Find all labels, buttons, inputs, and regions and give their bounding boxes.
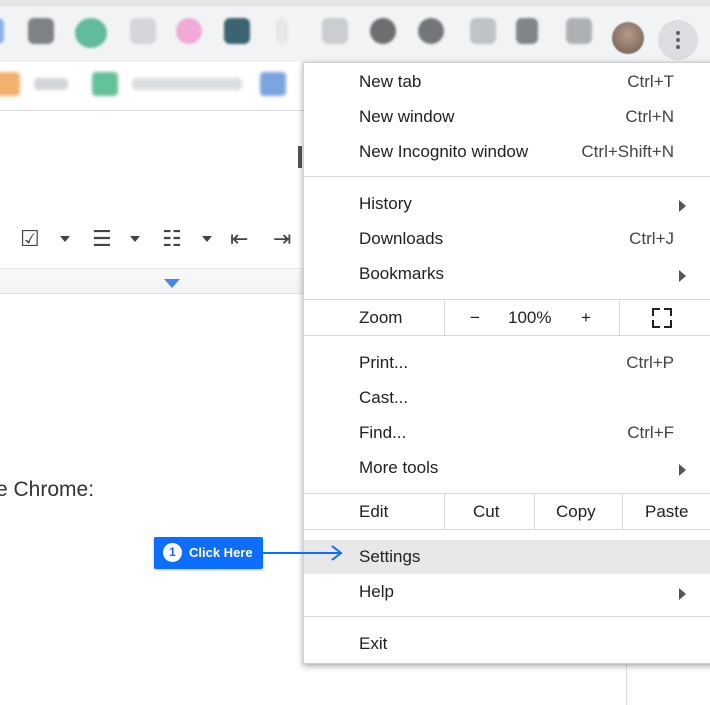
menu-item-label: New tab	[359, 72, 422, 91]
pointer-arrow-icon	[262, 545, 343, 561]
bookmark-item[interactable]	[92, 72, 118, 96]
menu-item-shortcut: Ctrl+F	[627, 423, 674, 442]
menu-item-more-tools[interactable]: More tools	[304, 451, 710, 485]
menu-item-label: Find...	[359, 423, 407, 442]
bulleted-list-icon[interactable]: ☰	[92, 228, 112, 252]
ext-icon-6[interactable]	[224, 18, 250, 44]
menu-item-label: Exit	[359, 634, 388, 653]
menu-item-cast[interactable]: Cast...	[304, 381, 710, 415]
menu-item-new-incognito[interactable]: New Incognito window Ctrl+Shift+N	[304, 135, 710, 169]
zoom-label: Zoom	[359, 308, 403, 327]
indent-marker[interactable]	[164, 279, 180, 288]
zoom-level: 100%	[508, 308, 552, 327]
cut-button[interactable]: Cut	[444, 494, 534, 529]
menu-item-label: Print...	[359, 353, 409, 372]
chrome-menu: New tab Ctrl+T New window Ctrl+N New Inc…	[303, 62, 710, 664]
menu-item-help[interactable]: Help	[304, 575, 710, 609]
ext-icon-2[interactable]	[28, 18, 54, 44]
numbered-list-icon[interactable]: ☷	[162, 228, 182, 252]
menu-item-history[interactable]: History	[304, 187, 710, 221]
menu-item-label: More tools	[359, 458, 439, 477]
checklist-icon[interactable]: ☑	[20, 228, 40, 252]
submenu-arrow-icon	[679, 200, 686, 212]
paste-button[interactable]: Paste	[622, 494, 710, 529]
ext-icon-3[interactable]	[75, 18, 107, 48]
ext-icon-5[interactable]	[176, 18, 202, 44]
step-number-badge: 1	[163, 543, 182, 562]
ext-icon-12[interactable]	[516, 18, 538, 44]
bookmark-item[interactable]	[34, 78, 68, 90]
menu-item-label: Downloads	[359, 229, 444, 248]
callout-text: Click Here	[189, 545, 253, 560]
text-cursor	[298, 146, 302, 168]
edit-label: Edit	[359, 502, 389, 521]
menu-item-shortcut: Ctrl+N	[625, 107, 674, 126]
ext-icon-1[interactable]	[0, 18, 4, 44]
bookmark-item[interactable]	[132, 78, 242, 90]
menu-item-label: New window	[359, 107, 455, 126]
page-edge	[626, 660, 627, 705]
menu-item-shortcut: Ctrl+J	[629, 229, 674, 248]
menu-item-shortcut: Ctrl+T	[627, 72, 674, 91]
ext-icon-7[interactable]	[276, 18, 288, 44]
increase-indent-icon[interactable]: ⇥	[273, 228, 291, 252]
zoom-row: Zoom − 100% +	[304, 299, 710, 336]
submenu-arrow-icon	[679, 588, 686, 600]
submenu-arrow-icon	[679, 464, 686, 476]
zoom-out-button[interactable]: −	[470, 308, 480, 328]
fullscreen-icon	[652, 308, 672, 328]
menu-item-find[interactable]: Find... Ctrl+F	[304, 416, 710, 450]
menu-item-exit[interactable]: Exit	[304, 627, 710, 661]
decrease-indent-icon[interactable]: ⇤	[230, 228, 248, 252]
ext-icon-9[interactable]	[370, 18, 396, 44]
menu-item-downloads[interactable]: Downloads Ctrl+J	[304, 222, 710, 256]
menu-item-print[interactable]: Print... Ctrl+P	[304, 346, 710, 380]
edit-row: Edit Cut Copy Paste	[304, 493, 710, 530]
profile-avatar[interactable]	[612, 22, 644, 54]
ext-icon-13[interactable]	[566, 18, 592, 44]
menu-item-label: Cast...	[359, 388, 409, 407]
chevron-down-icon[interactable]	[60, 236, 70, 242]
chevron-down-icon[interactable]	[202, 236, 212, 242]
bookmark-item[interactable]	[260, 72, 286, 96]
copy-label: Copy	[556, 502, 596, 521]
ext-icon-10[interactable]	[418, 18, 444, 44]
ext-icon-4[interactable]	[130, 18, 156, 44]
zoom-in-button[interactable]: +	[581, 308, 591, 328]
fullscreen-button[interactable]	[619, 300, 710, 335]
ext-icon-11[interactable]	[470, 18, 496, 44]
cut-label: Cut	[473, 502, 500, 521]
menu-item-settings[interactable]: Settings	[304, 540, 710, 574]
click-here-callout: 1 Click Here	[154, 537, 263, 569]
browser-toolbar	[0, 0, 710, 62]
menu-item-new-window[interactable]: New window Ctrl+N	[304, 100, 710, 134]
bookmark-item[interactable]	[0, 72, 20, 96]
document-text: e Chrome:	[0, 478, 95, 501]
menu-item-label: New Incognito window	[359, 142, 529, 161]
menu-item-label: Settings	[359, 547, 421, 566]
menu-separator	[304, 616, 710, 617]
submenu-arrow-icon	[679, 270, 686, 282]
ext-icon-8[interactable]	[322, 18, 348, 44]
menu-item-label: Help	[359, 582, 394, 601]
three-dots-vertical-icon[interactable]	[658, 20, 698, 60]
menu-item-shortcut: Ctrl+Shift+N	[581, 142, 674, 161]
menu-item-shortcut: Ctrl+P	[626, 353, 674, 372]
menu-item-bookmarks[interactable]: Bookmarks	[304, 257, 710, 291]
copy-button[interactable]: Copy	[534, 494, 622, 529]
chevron-down-icon[interactable]	[130, 236, 140, 242]
menu-separator	[304, 176, 710, 177]
menu-item-label: Bookmarks	[359, 264, 445, 283]
menu-item-label: History	[359, 194, 412, 213]
zoom-controls: − 100% +	[444, 300, 619, 335]
menu-item-new-tab[interactable]: New tab Ctrl+T	[304, 65, 710, 99]
paste-label: Paste	[645, 502, 689, 521]
